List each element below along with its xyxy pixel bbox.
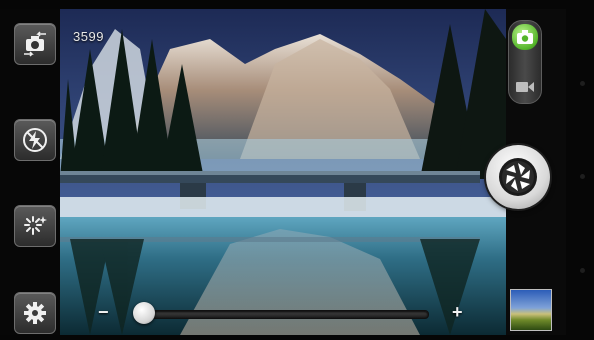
zoom-out-button[interactable]: −	[98, 303, 109, 321]
viewfinder-scene	[60, 9, 506, 335]
bezel-dot	[580, 174, 585, 179]
last-photo-thumbnail[interactable]	[510, 289, 552, 331]
zoom-in-button[interactable]: +	[452, 303, 463, 321]
bezel-dot	[580, 268, 585, 273]
flash-off-icon	[23, 128, 47, 152]
flash-button[interactable]	[14, 119, 56, 161]
camera-mode-switch[interactable]	[508, 20, 542, 104]
sparkle-effects-icon	[24, 216, 47, 235]
aperture-icon	[499, 158, 537, 196]
switch-camera-button[interactable]	[14, 23, 56, 65]
gear-icon	[24, 302, 46, 324]
switch-camera-icon	[24, 31, 46, 57]
zoom-slider-track[interactable]	[135, 310, 429, 319]
shutter-button[interactable]	[486, 145, 550, 209]
video-mode-option[interactable]	[514, 79, 536, 95]
video-camera-icon	[516, 82, 534, 92]
photo-mode-option[interactable]	[512, 24, 538, 50]
camera-icon	[517, 30, 533, 44]
effects-button[interactable]	[14, 205, 56, 247]
zoom-slider-handle[interactable]	[133, 302, 155, 324]
bezel-dot	[580, 81, 585, 86]
settings-button[interactable]	[14, 292, 56, 334]
shots-remaining-counter: 3599	[73, 29, 104, 44]
camera-viewfinder[interactable]	[60, 9, 506, 335]
